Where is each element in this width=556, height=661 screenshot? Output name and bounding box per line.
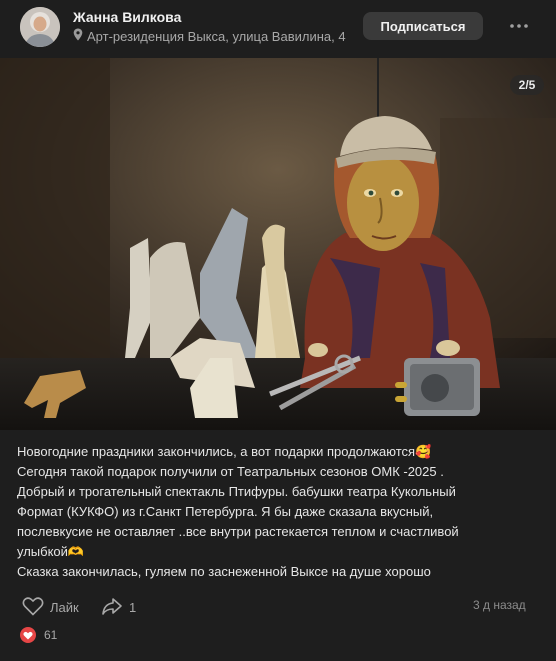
post-card: Жанна Вилкова Арт-резиденция Выкса, улиц… [0,0,556,661]
reactions-count: 61 [44,628,58,642]
post-text-line: Формат (КУКФО) из г.Санкт Петербурга. Я … [17,504,434,519]
location-label: Арт-резиденция Выкса, улица Вавилина, 4 [87,28,346,44]
reactions-summary[interactable]: 61 [20,627,57,643]
post-text-line: Сказка закончилась, гуляем по заснеженно… [17,564,431,579]
post-text-line: послевкусие не оставляет ..все внутри ра… [17,524,459,539]
like-button[interactable]: Лайк [22,596,79,619]
post-photo[interactable] [0,58,556,430]
more-dots-icon[interactable] [503,14,535,38]
post-text-line: Сегодня такой подарок получили от Театра… [17,464,444,479]
post-location[interactable]: Арт-резиденция Выкса, улица Вавилина, 4 [73,28,346,44]
subscribe-button[interactable]: Подписаться [363,12,483,40]
post-text: Новогодние праздники закончились, а вот … [17,442,537,582]
like-label: Лайк [50,600,79,615]
photo-counter: 2/5 [510,75,544,95]
heart-filled-icon [20,627,36,643]
post-text-line: Добрый и трогательный спектакль Птифуры.… [17,484,456,499]
post-text-line: улыбкой🫶 [17,544,85,559]
share-button[interactable]: 1 [101,596,136,619]
avatar[interactable] [20,7,60,47]
share-count: 1 [129,600,137,615]
post-text-line: Новогодние праздники закончились, а вот … [17,444,432,459]
post-date: 3 д назад [473,598,526,612]
map-pin-icon [73,28,83,44]
share-arrow-icon [101,596,123,619]
author-name[interactable]: Жанна Вилкова [73,9,181,25]
post-header: Жанна Вилкова Арт-резиденция Выкса, улиц… [0,0,556,56]
heart-outline-icon [22,596,44,619]
